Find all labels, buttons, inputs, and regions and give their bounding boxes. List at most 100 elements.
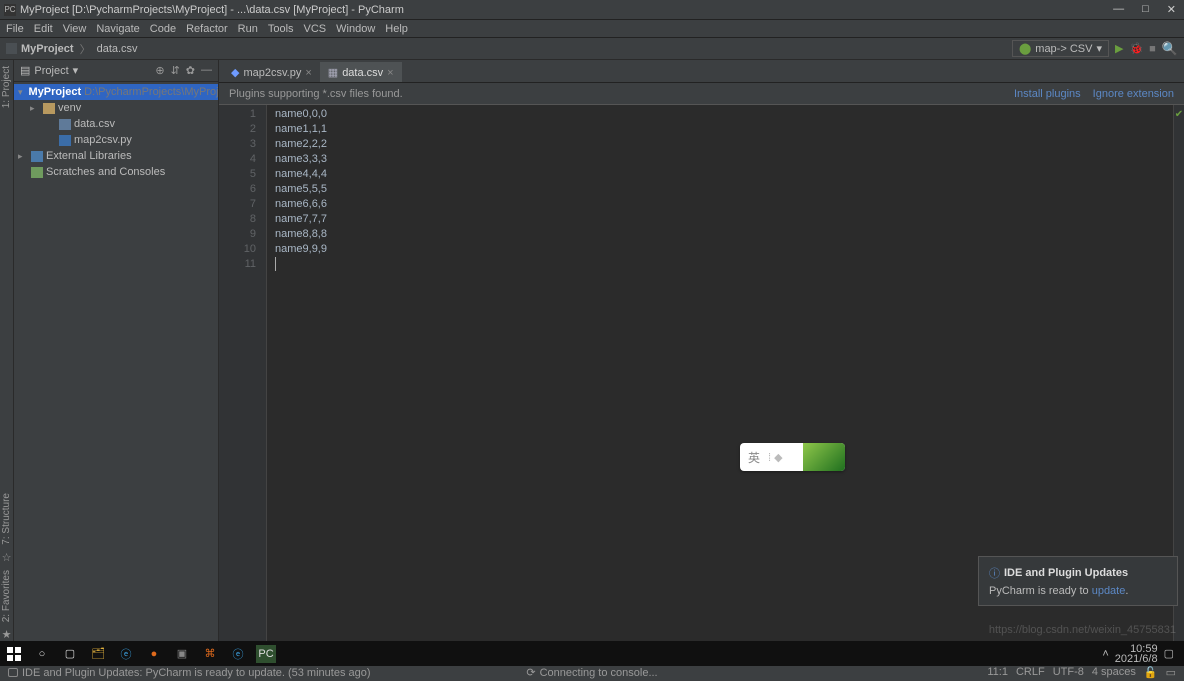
app-icon-2[interactable]: ⌘ (200, 645, 220, 663)
tree-root[interactable]: ▾ MyProject D:\PycharmProjects\MyProject (14, 84, 218, 100)
toolwindow-structure-button[interactable]: 7: Structure (1, 489, 12, 549)
menu-tools[interactable]: Tools (268, 23, 294, 35)
run-config-label: map-> CSV (1035, 43, 1092, 55)
project-path: D:\PycharmProjects\MyProject (84, 86, 233, 98)
scratches-icon (31, 167, 43, 178)
pycharm-task-icon[interactable]: PC (256, 645, 276, 663)
tree-venv[interactable]: ▸ venv (14, 100, 218, 116)
menu-help[interactable]: Help (385, 23, 408, 35)
update-notification[interactable]: ⓘIDE and Plugin Updates PyCharm is ready… (978, 556, 1178, 606)
hide-icon[interactable]: — (201, 64, 212, 77)
run-button[interactable]: ▶ (1115, 42, 1123, 55)
ignore-extension-link[interactable]: Ignore extension (1093, 88, 1174, 100)
breadcrumb-file[interactable]: data.csv (97, 43, 138, 55)
tab-close-icon[interactable]: × (387, 67, 393, 79)
project-header: ▤ Project ▾ ⊕ ⇵ ✿ — (14, 60, 218, 82)
file-icon (59, 119, 71, 130)
stop-button[interactable]: ■ (1149, 43, 1156, 55)
banner-message: Plugins supporting *.csv files found. (229, 88, 403, 100)
menu-view[interactable]: View (63, 23, 87, 35)
tab-close-icon[interactable]: × (305, 67, 311, 79)
menu-navigate[interactable]: Navigate (96, 23, 139, 35)
folder-icon (6, 43, 17, 54)
notification-icon[interactable] (8, 668, 18, 677)
task-view-button[interactable]: ▢ (60, 645, 80, 663)
folder-icon (43, 103, 55, 114)
system-clock[interactable]: 10:592021/6/8 (1115, 644, 1158, 664)
menu-file[interactable]: File (6, 23, 24, 35)
left-toolwindow-strip: 1: Project 7: Structure ☆ 2: Favorites ★ (0, 60, 14, 641)
cortana-button[interactable]: ○ (32, 645, 52, 663)
debug-button[interactable]: 🐞 (1129, 42, 1143, 55)
menu-run[interactable]: Run (238, 23, 258, 35)
python-file-icon (59, 135, 71, 146)
toolwindow-favorites-button[interactable]: 2: Favorites (1, 566, 12, 626)
line-number-gutter: 1234567891011 (219, 105, 267, 641)
project-view-label[interactable]: Project (34, 65, 68, 77)
tab-map2csv[interactable]: ◆ map2csv.py × (223, 62, 320, 82)
maximize-button[interactable]: □ (1142, 3, 1149, 16)
project-name: MyProject (29, 86, 82, 98)
ime-label: 英 (740, 449, 768, 466)
status-message[interactable]: IDE and Plugin Updates: PyCharm is ready… (22, 667, 371, 679)
install-plugins-link[interactable]: Install plugins (1014, 88, 1081, 100)
toolwindow-project-button[interactable]: 1: Project (1, 62, 12, 112)
breadcrumb-root[interactable]: MyProject (21, 43, 74, 55)
update-link[interactable]: update (1092, 585, 1126, 597)
menu-window[interactable]: Window (336, 23, 375, 35)
inspection-ok-icon: ✔ (1174, 105, 1184, 122)
file-explorer-icon[interactable]: 🗂 (88, 645, 108, 663)
collapse-icon[interactable]: ⇵ (171, 64, 180, 77)
search-everywhere-button[interactable]: 🔍 (1162, 41, 1178, 57)
line-separator[interactable]: CRLF (1016, 666, 1045, 679)
text-cursor (275, 257, 276, 271)
main-menubar: File Edit View Navigate Code Refactor Ru… (0, 20, 1184, 38)
tree-scratches[interactable]: Scratches and Consoles (14, 164, 218, 180)
inspection-widget-icon[interactable]: ▭ (1166, 666, 1176, 679)
status-progress: Connecting to console... (540, 667, 658, 679)
menu-code[interactable]: Code (150, 23, 176, 35)
python-file-icon: ◆ (231, 66, 239, 79)
chevron-down-icon: ▾ (1096, 42, 1102, 55)
run-config-selector[interactable]: ⬤ map-> CSV ▾ (1012, 40, 1109, 57)
ime-indicator[interactable]: 英 ⁞ ◆ (740, 443, 845, 471)
caret-position[interactable]: 11:1 (987, 666, 1008, 679)
notification-title: IDE and Plugin Updates (1004, 567, 1128, 579)
minimize-button[interactable]: — (1113, 3, 1124, 16)
breadcrumb[interactable]: MyProject 〉 data.csv (6, 41, 138, 57)
notification-center-icon[interactable]: ▢ (1164, 647, 1174, 660)
tree-map2csv[interactable]: map2csv.py (14, 132, 218, 148)
app-icon: PC (4, 4, 16, 16)
menu-vcs[interactable]: VCS (304, 23, 327, 35)
start-button[interactable] (4, 645, 24, 663)
ie-icon[interactable]: ⓔ (116, 645, 136, 663)
readonly-lock-icon[interactable]: 🔓 (1144, 666, 1158, 679)
indent-settings[interactable]: 4 spaces (1092, 666, 1136, 679)
info-icon: ⓘ (989, 565, 1000, 581)
window-title: MyProject [D:\PycharmProjects\MyProject]… (20, 4, 1113, 16)
app-icon[interactable]: ▣ (172, 645, 192, 663)
editor-tabs: ◆ map2csv.py × ▦ data.csv × (219, 60, 1184, 83)
tree-external-libs[interactable]: ▸ External Libraries (14, 148, 218, 164)
structure-icon: ☆ (2, 551, 12, 564)
project-tool-window: ▤ Project ▾ ⊕ ⇵ ✿ — ▾ MyProject D:\Pycha… (14, 60, 219, 641)
run-icon: ⬤ (1019, 42, 1031, 55)
gear-icon[interactable]: ✿ (186, 64, 195, 77)
tray-expand-icon[interactable]: ˄ (1102, 648, 1108, 660)
firefox-icon[interactable]: ● (144, 645, 164, 663)
locate-icon[interactable]: ⊕ (155, 64, 164, 77)
file-icon: ▦ (328, 66, 338, 79)
project-tree[interactable]: ▾ MyProject D:\PycharmProjects\MyProject… (14, 82, 218, 182)
tree-datacsv[interactable]: data.csv (14, 116, 218, 132)
edge-icon[interactable]: ⓔ (228, 645, 248, 663)
chevron-down-icon[interactable]: ▾ (73, 64, 79, 77)
menu-refactor[interactable]: Refactor (186, 23, 228, 35)
tab-datacsv[interactable]: ▦ data.csv × (320, 62, 402, 82)
favorites-icon: ★ (2, 628, 12, 641)
close-button[interactable]: ✕ (1167, 3, 1176, 16)
windows-taskbar: ○ ▢ 🗂 ⓔ ● ▣ ⌘ ⓔ PC ˄ 10:592021/6/8 ▢ (0, 641, 1184, 666)
menu-edit[interactable]: Edit (34, 23, 53, 35)
spinner-icon: ⟳ (526, 666, 535, 679)
file-encoding[interactable]: UTF-8 (1053, 666, 1084, 679)
leaf-icon (803, 443, 845, 471)
